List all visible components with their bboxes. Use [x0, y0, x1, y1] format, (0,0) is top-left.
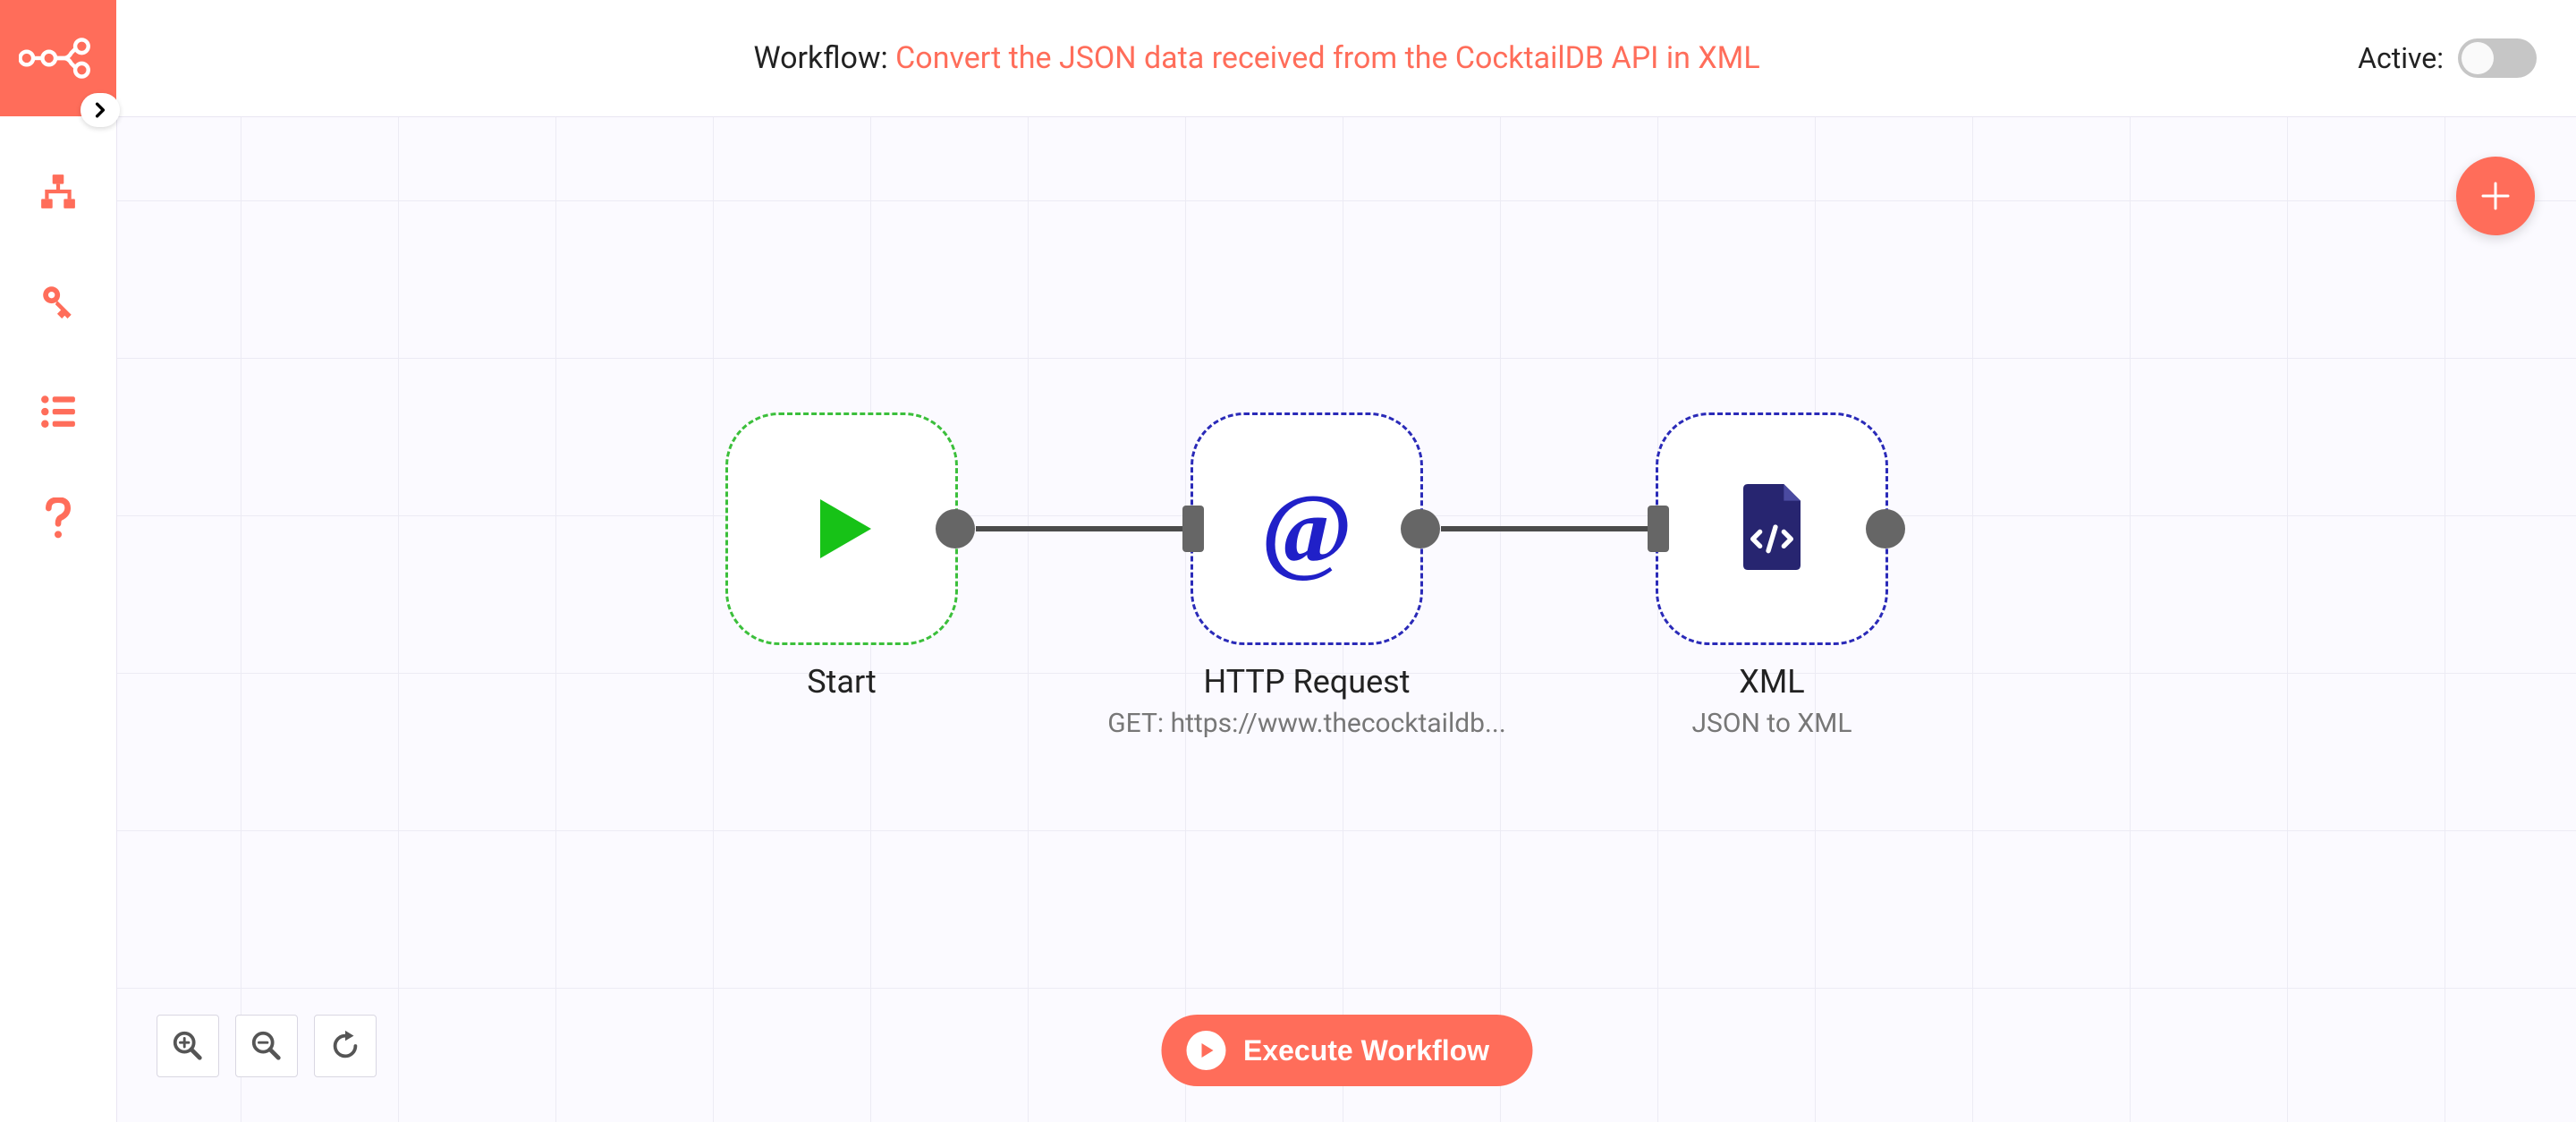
canvas[interactable]: Start @ HTTP Request GET: https://www.th…: [116, 116, 2576, 1122]
play-icon: [801, 489, 882, 569]
reset-view-button[interactable]: [314, 1015, 377, 1077]
sidebar-item-credentials[interactable]: [37, 279, 80, 322]
zoom-in-icon: [171, 1029, 205, 1063]
at-icon: @: [1261, 472, 1352, 586]
plus-icon: [2478, 178, 2513, 214]
node-xml-input-port[interactable]: [1648, 506, 1669, 552]
node-http-subtitle: GET: https://www.thecocktaildb...: [1107, 708, 1506, 739]
toggle-knob: [2462, 42, 2494, 74]
app-logo[interactable]: [0, 0, 116, 116]
key-icon: [39, 282, 77, 319]
workflow-title-name[interactable]: Convert the JSON data received from the …: [895, 40, 1759, 76]
add-node-button[interactable]: [2456, 157, 2535, 235]
execute-workflow-label: Execute Workflow: [1243, 1034, 1489, 1067]
sidebar: [0, 0, 116, 1122]
sidebar-item-workflows[interactable]: [37, 170, 80, 213]
sidebar-item-help[interactable]: [37, 497, 80, 540]
node-start-title: Start: [807, 663, 877, 701]
active-toggle[interactable]: [2458, 38, 2537, 78]
zoom-in-button[interactable]: [157, 1015, 219, 1077]
node-start-box[interactable]: [725, 412, 958, 645]
node-xml-output-port[interactable]: [1866, 509, 1905, 548]
node-xml-box[interactable]: [1656, 412, 1888, 645]
node-http-request[interactable]: @ HTTP Request GET: https://www.thecockt…: [1191, 412, 1423, 739]
active-label: Active:: [2358, 41, 2444, 75]
zoom-out-button[interactable]: [235, 1015, 298, 1077]
n8n-logo-icon: [19, 38, 97, 79]
list-icon: [39, 391, 77, 429]
node-start-output-port[interactable]: [936, 509, 975, 548]
node-http-title: HTTP Request: [1203, 663, 1410, 701]
sidebar-item-executions[interactable]: [37, 388, 80, 431]
file-code-icon: [1738, 484, 1806, 574]
node-http-output-port[interactable]: [1401, 509, 1440, 548]
canvas-controls: [157, 1015, 377, 1077]
question-icon: [43, 497, 73, 540]
node-http-input-port[interactable]: [1182, 506, 1204, 552]
chevron-right-icon: [92, 102, 108, 118]
node-xml[interactable]: XML JSON to XML: [1656, 412, 1888, 739]
node-xml-title: XML: [1739, 663, 1804, 701]
workflows-icon: [39, 173, 77, 210]
node-http-box[interactable]: @: [1191, 412, 1423, 645]
active-toggle-group: Active:: [2358, 38, 2537, 78]
zoom-out-icon: [250, 1029, 284, 1063]
node-xml-subtitle: JSON to XML: [1691, 708, 1852, 739]
execute-workflow-button[interactable]: Execute Workflow: [1161, 1015, 1532, 1086]
reset-icon: [328, 1029, 362, 1063]
play-circle-icon: [1186, 1031, 1225, 1070]
workflow-title: Workflow: Convert the JSON data received…: [156, 40, 2358, 76]
header: Workflow: Convert the JSON data received…: [116, 0, 2576, 116]
sidebar-expand-handle[interactable]: [80, 93, 120, 127]
node-start[interactable]: Start: [725, 412, 958, 701]
workflow-title-label: Workflow:: [753, 40, 895, 76]
